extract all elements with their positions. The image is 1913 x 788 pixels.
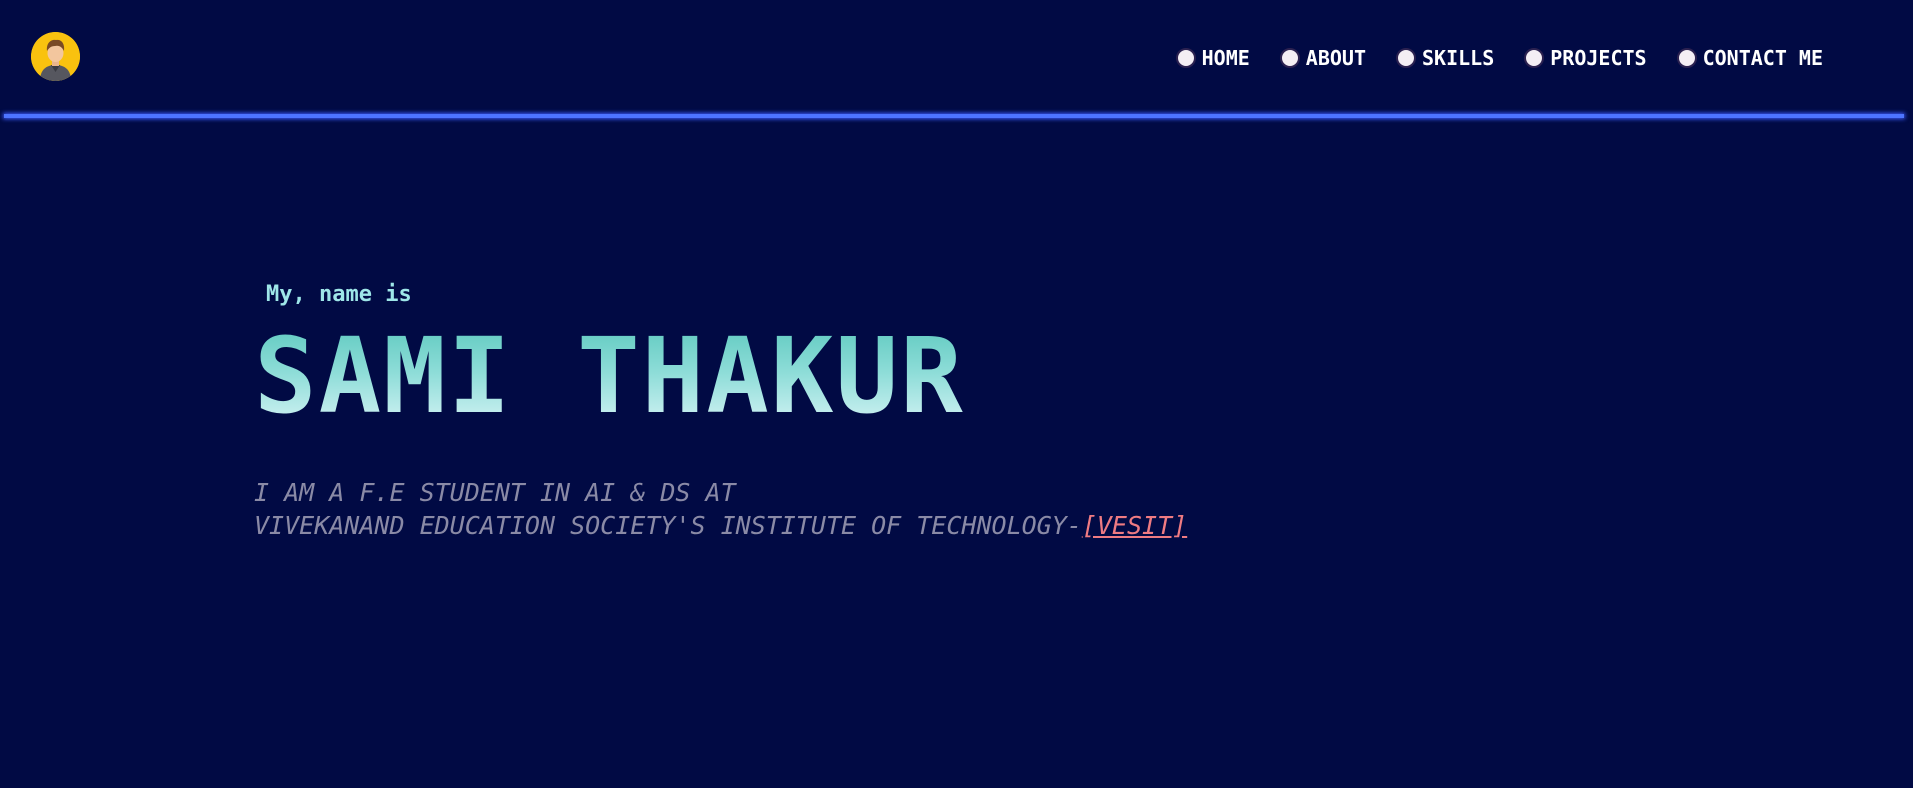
nav-item-skills[interactable]: SKILLS xyxy=(1396,45,1494,71)
institute-name: VIVEKANAND EDUCATION SOCIETY'S INSTITUTE… xyxy=(254,511,1082,540)
nav-item-about[interactable]: ABOUT xyxy=(1279,45,1366,71)
nav-dot-icon xyxy=(1676,48,1697,68)
nav-item-label: HOME xyxy=(1201,46,1250,70)
avatar-icon[interactable] xyxy=(31,32,80,81)
intro-text: My, name is xyxy=(266,282,412,307)
nav-dot-icon xyxy=(1175,48,1196,68)
nav-item-home[interactable]: HOME xyxy=(1175,45,1250,71)
nav-dot-icon xyxy=(1279,48,1300,68)
nav-dot-icon xyxy=(1524,48,1545,68)
nav-item-label: SKILLS xyxy=(1422,46,1495,70)
vesit-link[interactable]: [VESIT] xyxy=(1082,511,1187,540)
site-header: HOME ABOUT SKILLS PROJECTS CONTACT ME xyxy=(0,0,1913,118)
nav-item-label: ABOUT xyxy=(1305,46,1366,70)
header-divider xyxy=(4,114,1904,118)
nav-item-label: PROJECTS xyxy=(1550,46,1647,70)
nav-item-contact[interactable]: CONTACT ME xyxy=(1676,45,1823,71)
main-nav: HOME ABOUT SKILLS PROJECTS CONTACT ME xyxy=(1146,45,1823,71)
hero-name: SAMI THAKUR xyxy=(254,315,965,437)
nav-dot-icon xyxy=(1396,48,1416,68)
description-line-2: VIVEKANAND EDUCATION SOCIETY'S INSTITUTE… xyxy=(254,509,1187,542)
nav-item-label: CONTACT ME xyxy=(1702,46,1823,70)
hero-description: I AM A F.E STUDENT IN AI & DS AT VIVEKAN… xyxy=(254,476,1187,542)
nav-item-projects[interactable]: PROJECTS xyxy=(1524,45,1647,71)
description-line-1: I AM A F.E STUDENT IN AI & DS AT xyxy=(254,478,736,507)
